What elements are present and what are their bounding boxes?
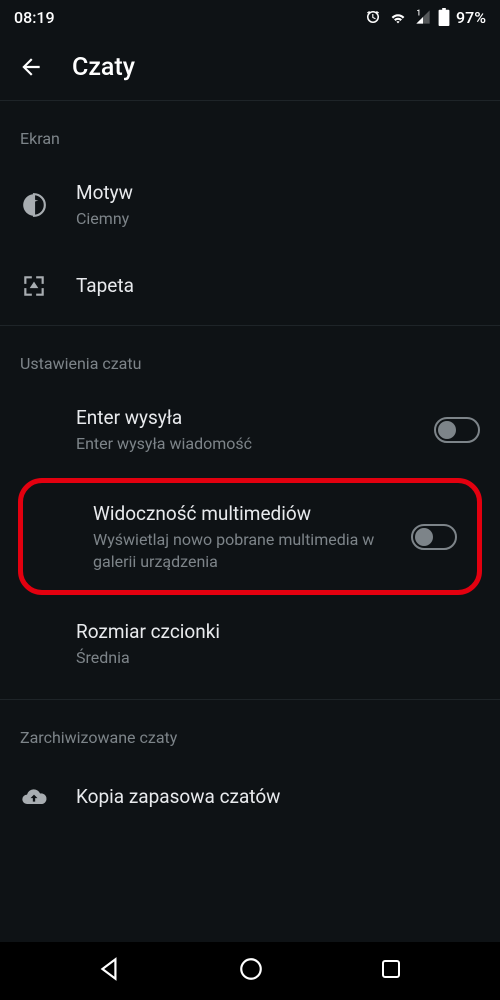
font-subtitle: Średnia xyxy=(76,647,480,669)
cloud-upload-icon xyxy=(20,783,48,811)
wallpaper-title: Tapeta xyxy=(76,273,480,299)
toggle-media-visibility[interactable] xyxy=(411,524,457,550)
back-button[interactable] xyxy=(18,54,44,80)
settings-list: Ekran Motyw Ciemny Tapeta Ustawienia cza… xyxy=(0,101,500,981)
signal-icon: 1 xyxy=(414,9,432,25)
highlight-media-visibility: Widoczność multimediów Wyświetlaj nowo p… xyxy=(18,478,482,595)
status-indicators: 1 97% xyxy=(364,8,486,27)
status-time: 08:19 xyxy=(14,8,55,27)
section-header-screen: Ekran xyxy=(0,101,500,162)
alarm-icon xyxy=(364,8,382,26)
navigation-bar xyxy=(0,942,500,1000)
wallpaper-icon xyxy=(20,273,48,299)
row-enter-sends[interactable]: Enter wysyła Enter wysyła wiadomość xyxy=(0,387,500,472)
row-theme[interactable]: Motyw Ciemny xyxy=(0,162,500,247)
font-title: Rozmiar czcionki xyxy=(76,619,480,645)
enter-subtitle: Enter wysyła wiadomość xyxy=(76,433,406,455)
nav-home[interactable] xyxy=(238,956,264,986)
row-font-size[interactable]: Rozmiar czcionki Średnia xyxy=(0,601,500,686)
nav-recent[interactable] xyxy=(379,957,403,985)
toggle-enter-sends[interactable] xyxy=(434,417,480,443)
row-chat-backup[interactable]: Kopia zapasowa czatów xyxy=(0,761,500,833)
backup-title: Kopia zapasowa czatów xyxy=(76,784,480,810)
nav-back[interactable] xyxy=(97,956,123,986)
media-subtitle: Wyświetlaj nowo pobrane multimedia w gal… xyxy=(93,529,401,572)
svg-text:1: 1 xyxy=(416,9,421,18)
page-title: Czaty xyxy=(72,53,135,82)
theme-title: Motyw xyxy=(76,180,480,206)
status-bar: 08:19 1 97% xyxy=(0,0,500,34)
enter-title: Enter wysyła xyxy=(76,405,406,431)
wifi-icon xyxy=(388,9,408,25)
media-title: Widoczność multimediów xyxy=(93,501,401,527)
battery-icon xyxy=(438,8,450,26)
theme-subtitle: Ciemny xyxy=(76,208,480,230)
battery-percent: 97% xyxy=(456,8,486,27)
theme-icon xyxy=(20,192,48,218)
app-bar: Czaty xyxy=(0,34,500,100)
section-header-chat: Ustawienia czatu xyxy=(0,326,500,387)
row-media-visibility[interactable]: Widoczność multimediów Wyświetlaj nowo p… xyxy=(25,491,475,582)
section-header-archived: Zarchiwizowane czaty xyxy=(0,700,500,761)
row-wallpaper[interactable]: Tapeta xyxy=(0,247,500,325)
